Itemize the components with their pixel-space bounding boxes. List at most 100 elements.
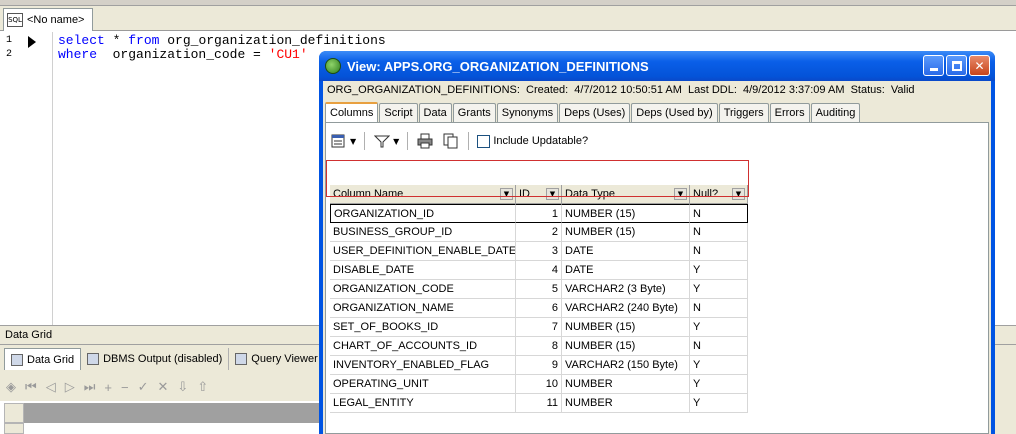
cell-id[interactable]: 3: [516, 242, 562, 261]
cell-null[interactable]: N: [690, 337, 748, 356]
cell-data-type[interactable]: NUMBER (15): [562, 204, 690, 223]
prior-record-icon[interactable]: ◁: [46, 379, 56, 395]
import-icon[interactable]: ⇧: [197, 379, 208, 395]
cell-id[interactable]: 10: [516, 375, 562, 394]
cell-id[interactable]: 2: [516, 223, 562, 242]
tab-deps-used-by[interactable]: Deps (Used by): [631, 103, 718, 122]
maximize-button[interactable]: [946, 55, 967, 76]
next-record-icon[interactable]: ▷: [65, 379, 75, 395]
copy-button[interactable]: [442, 132, 460, 150]
export-icon[interactable]: ⇩: [177, 379, 188, 395]
column-header-id[interactable]: ID ▼: [516, 185, 562, 204]
cell-data-type[interactable]: NUMBER: [562, 394, 690, 413]
cell-data-type[interactable]: NUMBER (15): [562, 318, 690, 337]
tab-data-grid[interactable]: Data Grid: [4, 348, 82, 370]
cell-data-type[interactable]: NUMBER: [562, 375, 690, 394]
column-header-null[interactable]: Null? ▼: [690, 185, 748, 204]
table-row[interactable]: LEGAL_ENTITY 11 NUMBER Y: [330, 394, 748, 413]
cell-column-name[interactable]: LEGAL_ENTITY: [330, 394, 516, 413]
tab-dbms-output[interactable]: DBMS Output (disabled): [81, 348, 230, 370]
window-title-bar[interactable]: View: APPS.ORG_ORGANIZATION_DEFINITIONS …: [319, 51, 995, 81]
tab-triggers[interactable]: Triggers: [718, 103, 769, 122]
table-row[interactable]: ORGANIZATION_CODE 5 VARCHAR2 (3 Byte) Y: [330, 280, 748, 299]
cell-null[interactable]: Y: [690, 318, 748, 337]
cell-id[interactable]: 6: [516, 299, 562, 318]
cell-column-name[interactable]: INVENTORY_ENABLED_FLAG: [330, 356, 516, 375]
cell-null[interactable]: Y: [690, 394, 748, 413]
cell-null[interactable]: N: [690, 204, 748, 223]
chevron-down-icon[interactable]: ▼: [350, 137, 356, 146]
column-header-data-type[interactable]: Data Type ▼: [562, 185, 690, 204]
cell-column-name[interactable]: OPERATING_UNIT: [330, 375, 516, 394]
table-row[interactable]: BUSINESS_GROUP_ID 2 NUMBER (15) N: [330, 223, 748, 242]
tab-data[interactable]: Data: [418, 103, 452, 122]
column-header-name[interactable]: Column Name ▼: [330, 185, 516, 204]
cell-id[interactable]: 7: [516, 318, 562, 337]
cell-data-type[interactable]: NUMBER (15): [562, 337, 690, 356]
cell-null[interactable]: Y: [690, 356, 748, 375]
post-edit-icon[interactable]: ✓: [138, 379, 149, 395]
checkbox-box[interactable]: [477, 134, 491, 148]
delete-record-icon[interactable]: −: [121, 380, 129, 395]
results-grid[interactable]: [0, 401, 320, 434]
cell-null[interactable]: N: [690, 223, 748, 242]
filter-dropdown-icon[interactable]: ▼: [732, 188, 745, 200]
cell-column-name[interactable]: ORGANIZATION_NAME: [330, 299, 516, 318]
table-row[interactable]: CHART_OF_ACCOUNTS_ID 8 NUMBER (15) N: [330, 337, 748, 356]
cell-id[interactable]: 8: [516, 337, 562, 356]
cell-id[interactable]: 1: [516, 204, 562, 223]
cell-data-type[interactable]: VARCHAR2 (150 Byte): [562, 356, 690, 375]
cell-column-name[interactable]: SET_OF_BOOKS_ID: [330, 318, 516, 337]
table-row[interactable]: INVENTORY_ENABLED_FLAG 9 VARCHAR2 (150 Byt…: [330, 356, 748, 375]
table-row[interactable]: USER_DEFINITION_ENABLE_DATE 3 DATE N: [330, 242, 748, 261]
column-options-button[interactable]: [330, 132, 348, 150]
filter-dropdown-icon[interactable]: ▼: [674, 188, 687, 200]
cell-column-name[interactable]: ORGANIZATION_CODE: [330, 280, 516, 299]
cell-column-name[interactable]: ORGANIZATION_ID: [330, 204, 516, 223]
cell-id[interactable]: 5: [516, 280, 562, 299]
tab-synonyms[interactable]: Synonyms: [496, 103, 559, 122]
table-row[interactable]: OPERATING_UNIT 10 NUMBER Y: [330, 375, 748, 394]
tab-columns[interactable]: Columns: [325, 102, 379, 122]
print-button[interactable]: [416, 132, 434, 150]
cell-column-name[interactable]: DISABLE_DATE: [330, 261, 516, 280]
cell-data-type[interactable]: DATE: [562, 242, 690, 261]
cell-id[interactable]: 9: [516, 356, 562, 375]
cell-null[interactable]: N: [690, 299, 748, 318]
cell-column-name[interactable]: CHART_OF_ACCOUNTS_ID: [330, 337, 516, 356]
columns-grid[interactable]: Column Name ▼ ID ▼ Data Type ▼ Null? ▼ ORGAN…: [330, 185, 748, 413]
filter-dropdown-icon[interactable]: ▼: [500, 188, 513, 200]
cell-column-name[interactable]: BUSINESS_GROUP_ID: [330, 223, 516, 242]
cell-null[interactable]: Y: [690, 280, 748, 299]
cell-null[interactable]: N: [690, 242, 748, 261]
filter-dropdown-icon[interactable]: ▼: [546, 188, 559, 200]
refresh-icon[interactable]: ◈: [6, 379, 16, 395]
tab-query-viewer[interactable]: Query Viewer: [229, 348, 325, 370]
filter-button[interactable]: [373, 132, 391, 150]
cell-id[interactable]: 4: [516, 261, 562, 280]
table-row[interactable]: ORGANIZATION_NAME 6 VARCHAR2 (240 Byte) N: [330, 299, 748, 318]
tab-errors[interactable]: Errors: [769, 103, 810, 122]
insert-record-icon[interactable]: +: [104, 380, 112, 395]
first-record-icon[interactable]: ⏮: [25, 379, 37, 395]
minimize-button[interactable]: [923, 55, 944, 76]
tab-grants[interactable]: Grants: [452, 103, 496, 122]
close-button[interactable]: ✕: [969, 55, 990, 76]
include-updatable-checkbox[interactable]: Include Updatable?: [477, 134, 588, 148]
document-tab[interactable]: SQL <No name>: [3, 8, 93, 31]
cell-null[interactable]: Y: [690, 261, 748, 280]
cancel-edit-icon[interactable]: ✕: [158, 379, 169, 395]
tab-deps-uses[interactable]: Deps (Uses): [559, 103, 631, 122]
tab-script[interactable]: Script: [379, 103, 418, 122]
cell-data-type[interactable]: DATE: [562, 261, 690, 280]
table-row[interactable]: ORGANIZATION_ID 1 NUMBER (15) N: [330, 204, 748, 223]
table-row[interactable]: DISABLE_DATE 4 DATE Y: [330, 261, 748, 280]
table-row[interactable]: SET_OF_BOOKS_ID 7 NUMBER (15) Y: [330, 318, 748, 337]
cell-column-name[interactable]: USER_DEFINITION_ENABLE_DATE: [330, 242, 516, 261]
chevron-down-icon[interactable]: ▼: [393, 137, 399, 146]
cell-id[interactable]: 11: [516, 394, 562, 413]
cell-null[interactable]: Y: [690, 375, 748, 394]
tab-auditing[interactable]: Auditing: [810, 103, 861, 122]
cell-data-type[interactable]: VARCHAR2 (240 Byte): [562, 299, 690, 318]
cell-data-type[interactable]: VARCHAR2 (3 Byte): [562, 280, 690, 299]
